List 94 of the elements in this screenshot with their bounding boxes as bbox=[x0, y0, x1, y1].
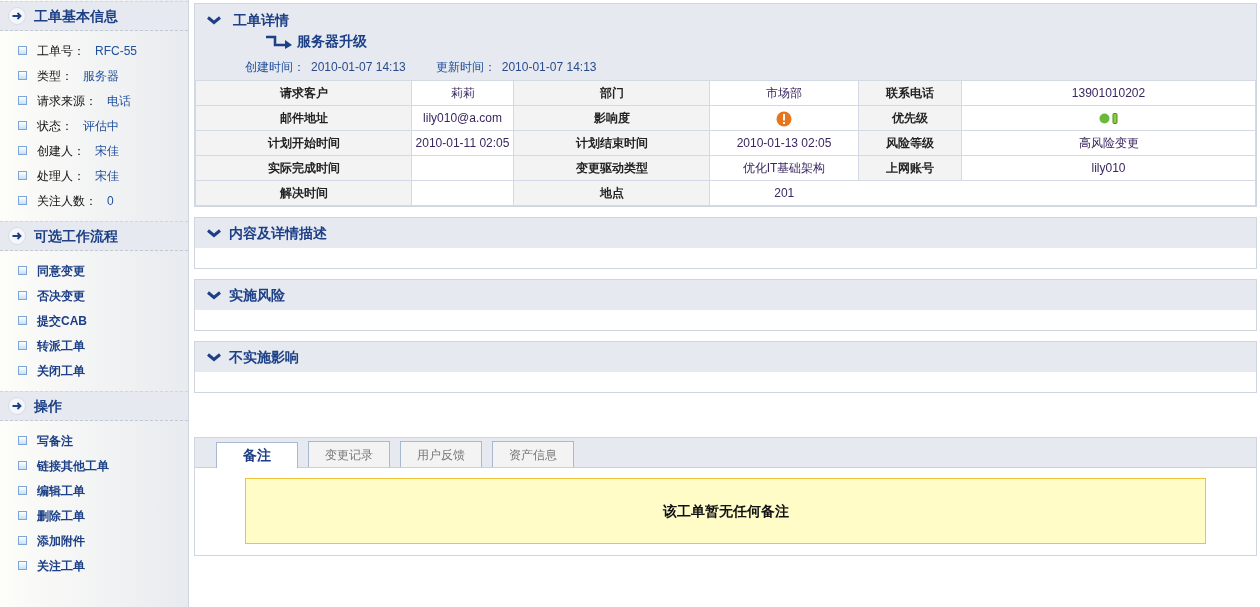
tab[interactable]: 变更记录 bbox=[308, 441, 390, 467]
field-value: 2010-01-11 02:05 bbox=[411, 130, 514, 156]
turn-arrow-icon bbox=[265, 34, 293, 49]
panel-title: 工单详情 bbox=[233, 11, 289, 30]
square-bullet-icon bbox=[18, 486, 27, 495]
square-bullet-icon bbox=[18, 96, 27, 105]
updated-label: 更新时间： bbox=[435, 59, 496, 76]
field-label: 联系电话 bbox=[858, 80, 962, 106]
field-value: 高风险变更 bbox=[961, 130, 1256, 156]
info-value: 电话 bbox=[107, 92, 131, 110]
field-value: 市场部 bbox=[709, 80, 859, 106]
field-label: 地点 bbox=[513, 180, 710, 206]
square-bullet-icon bbox=[18, 436, 27, 445]
section-title: 可选工作流程 bbox=[34, 226, 118, 246]
priority-indicator-icon bbox=[1098, 113, 1119, 125]
field-label: 影响度 bbox=[513, 105, 710, 131]
field-label: 请求客户 bbox=[195, 80, 412, 106]
panel-title: 实施风险 bbox=[229, 285, 285, 305]
info-label: 处理人： bbox=[37, 167, 85, 185]
square-bullet-icon bbox=[18, 291, 27, 300]
action-link[interactable]: 关注工单 bbox=[37, 556, 85, 575]
square-bullet-icon bbox=[18, 461, 27, 470]
arrow-right-icon bbox=[8, 397, 26, 415]
info-label: 状态： bbox=[37, 117, 73, 135]
field-value: 莉莉 bbox=[411, 80, 514, 106]
panel-title: 不实施影响 bbox=[229, 347, 299, 367]
field-label: 变更驱动类型 bbox=[513, 155, 710, 181]
info-value: 宋佳 bbox=[95, 167, 119, 185]
field-value: 201 bbox=[709, 180, 859, 206]
action-link[interactable]: 否决变更 bbox=[37, 286, 85, 305]
square-bullet-icon bbox=[18, 146, 27, 155]
square-bullet-icon bbox=[18, 341, 27, 350]
info-label: 类型： bbox=[37, 67, 73, 85]
info-value: RFC-55 bbox=[95, 42, 137, 60]
tab[interactable]: 用户反馈 bbox=[400, 441, 482, 467]
info-value: 服务器 bbox=[83, 67, 119, 85]
field-value: lily010@a.com bbox=[411, 105, 514, 131]
empty-notice: 该工单暂无任何备注 bbox=[245, 478, 1206, 544]
created-label: 创建时间： bbox=[245, 59, 305, 76]
created-time: 2010-01-07 14:13 bbox=[311, 59, 406, 76]
tab[interactable]: 资产信息 bbox=[492, 441, 574, 467]
square-bullet-icon bbox=[18, 366, 27, 375]
action-link[interactable]: 提交CAB bbox=[37, 311, 87, 330]
action-link[interactable]: 添加附件 bbox=[37, 531, 85, 550]
field-value: 2010-01-13 02:05 bbox=[709, 130, 859, 156]
action-link[interactable]: 写备注 bbox=[37, 431, 73, 450]
field-value: 优化IT基础架构 bbox=[709, 155, 859, 181]
info-label: 请求来源： bbox=[37, 92, 97, 110]
subject-title: 服务器升级 bbox=[297, 32, 367, 51]
field-value: 13901010202 bbox=[961, 80, 1256, 106]
field-label: 风险等级 bbox=[858, 130, 962, 156]
panel-title: 内容及详情描述 bbox=[229, 223, 327, 243]
square-bullet-icon bbox=[18, 561, 27, 570]
info-label: 工单号： bbox=[37, 42, 85, 60]
square-bullet-icon bbox=[18, 511, 27, 520]
square-bullet-icon bbox=[18, 46, 27, 55]
chevron-down-icon[interactable] bbox=[207, 228, 221, 238]
chevron-down-icon[interactable] bbox=[207, 352, 221, 362]
square-bullet-icon bbox=[18, 71, 27, 80]
action-link[interactable]: 链接其他工单 bbox=[37, 456, 109, 475]
field-label: 邮件地址 bbox=[195, 105, 412, 131]
field-label: 部门 bbox=[513, 80, 710, 106]
action-link[interactable]: 编辑工单 bbox=[37, 481, 85, 500]
field-label: 上网账号 bbox=[858, 155, 962, 181]
field-label: 计划结束时间 bbox=[513, 130, 710, 156]
action-link[interactable]: 同意变更 bbox=[37, 261, 85, 280]
field-label: 实际完成时间 bbox=[195, 155, 412, 181]
action-link[interactable]: 关闭工单 bbox=[37, 361, 85, 380]
square-bullet-icon bbox=[18, 121, 27, 130]
action-link[interactable]: 转派工单 bbox=[37, 336, 85, 355]
section-title: 操作 bbox=[34, 396, 62, 416]
info-value: 0 bbox=[107, 192, 114, 210]
field-label: 计划开始时间 bbox=[195, 130, 412, 156]
square-bullet-icon bbox=[18, 196, 27, 205]
chevron-down-icon[interactable] bbox=[207, 290, 221, 300]
info-value: 宋佳 bbox=[95, 142, 119, 160]
square-bullet-icon bbox=[18, 536, 27, 545]
arrow-right-icon bbox=[8, 227, 26, 245]
square-bullet-icon bbox=[18, 171, 27, 180]
field-value: lily010 bbox=[961, 155, 1256, 181]
updated-time: 2010-01-07 14:13 bbox=[501, 59, 597, 76]
arrow-right-icon bbox=[8, 7, 26, 25]
info-label: 创建人： bbox=[37, 142, 85, 160]
section-title: 工单基本信息 bbox=[34, 6, 118, 26]
field-label: 解决时间 bbox=[195, 180, 412, 206]
exclamation-icon bbox=[776, 110, 792, 127]
info-value: 评估中 bbox=[83, 117, 119, 135]
tab[interactable]: 备注 bbox=[216, 442, 298, 468]
chevron-down-icon[interactable] bbox=[207, 16, 221, 25]
action-link[interactable]: 删除工单 bbox=[37, 506, 85, 525]
square-bullet-icon bbox=[18, 316, 27, 325]
field-label: 优先级 bbox=[858, 105, 962, 131]
square-bullet-icon bbox=[18, 266, 27, 275]
info-label: 关注人数： bbox=[37, 192, 97, 210]
